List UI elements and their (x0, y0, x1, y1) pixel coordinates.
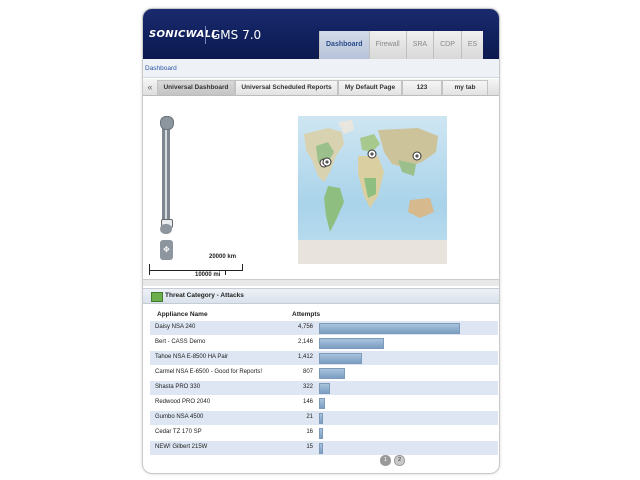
world-map[interactable] (298, 116, 447, 264)
tab-es[interactable]: ES (460, 31, 484, 59)
appliance-name: Redwood PRO 2040 (155, 399, 211, 405)
tab-sra[interactable]: SRA (405, 31, 434, 59)
col-header-attempts[interactable]: Attempts (292, 311, 320, 318)
table-row[interactable]: Carmel NSA E-6500 - Good for Reports! 807 (150, 366, 498, 380)
panel-title: Threat Category - Attacks (165, 292, 244, 299)
app-header: SONICWALL GMS 7.0 Dashboard Firewall SRA… (143, 9, 499, 59)
appliance-name: Cedar TZ 170 SP (155, 429, 202, 435)
attempts-bar (319, 323, 460, 334)
scale-mi-label: 10000 mi (195, 272, 221, 278)
sonicwall-logo: SONICWALL (149, 29, 218, 40)
table-row[interactable]: Shasta PRO 330 322 (150, 381, 498, 395)
table-row[interactable]: Gumbo NSA 4500 21 (150, 411, 498, 425)
app-window: SONICWALL GMS 7.0 Dashboard Firewall SRA… (142, 8, 500, 474)
map-scrollbar[interactable] (143, 279, 499, 286)
attempts-value: 322 (302, 384, 313, 390)
attempts-bar (319, 413, 323, 424)
subtab-universal-dashboard[interactable]: Universal Dashboard (157, 80, 235, 95)
map-pin-icon[interactable] (412, 151, 422, 161)
attempts-bar (319, 353, 362, 364)
map-panel: ✥ 20000 km 10000 mi (143, 96, 499, 286)
zoom-in-icon[interactable] (160, 116, 174, 130)
tab-dashboard[interactable]: Dashboard (319, 31, 369, 59)
subtab-123[interactable]: 123 (402, 80, 442, 95)
tabs-back-icon[interactable]: « (145, 80, 155, 94)
table-row[interactable]: Daisy NSA 240 4,756 (150, 321, 498, 335)
subtab-universal-scheduled-reports[interactable]: Universal Scheduled Reports (235, 80, 338, 95)
appliance-name: NEW! Gilbert 215W (155, 444, 208, 450)
appliance-name: Tahoe NSA E-8500 HA Pair (155, 354, 229, 360)
dashboard-tabs: « Universal Dashboard Universal Schedule… (143, 79, 499, 96)
subtab-my-tab[interactable]: my tab (442, 80, 488, 95)
scale-km-label: 20000 km (209, 254, 237, 260)
map-pin-icon[interactable] (319, 157, 332, 168)
zoom-out-icon[interactable] (160, 224, 172, 234)
appliance-name: Gumbo NSA 4500 (155, 414, 204, 420)
top-nav: Dashboard Firewall SRA CDP ES (319, 31, 484, 59)
logo-separator (205, 26, 206, 44)
attempts-value: 1,412 (297, 354, 313, 360)
map-pin-icon[interactable] (367, 149, 377, 159)
attempts-value: 807 (302, 369, 313, 375)
zoom-rail (165, 130, 167, 226)
attempts-value: 2,146 (297, 339, 313, 345)
threat-panel-header: Threat Category - Attacks (143, 288, 499, 304)
appliance-name: Daisy NSA 240 (155, 324, 196, 330)
product-name: GMS 7.0 (211, 28, 262, 42)
tab-firewall[interactable]: Firewall (368, 31, 406, 59)
attempts-bar (319, 443, 323, 454)
table-row[interactable]: NEW! Gilbert 215W 15 (150, 441, 498, 455)
table-row[interactable]: Tahoe NSA E-8500 HA Pair 1,412 (150, 351, 498, 365)
appliance-name: Shasta PRO 330 (155, 384, 201, 390)
attempts-bar (319, 338, 384, 349)
table-row[interactable]: Redwood PRO 2040 146 (150, 396, 498, 410)
attempts-value: 21 (306, 414, 313, 420)
attempts-bar (319, 368, 345, 379)
table-row[interactable]: Cedar TZ 170 SP 16 (150, 426, 498, 440)
subtab-my-default-page[interactable]: My Default Page (338, 80, 402, 95)
page-2-button[interactable]: 2 (394, 455, 405, 466)
appliance-name: Carmel NSA E-6500 - Good for Reports! (155, 369, 263, 375)
attempts-value: 146 (302, 399, 313, 405)
col-header-appliance[interactable]: Appliance Name (157, 311, 208, 318)
breadcrumb-bar: Dashboard (143, 59, 499, 78)
pan-icon[interactable]: ✥ (160, 240, 173, 260)
table-row[interactable]: Bert - CASS Demo 2,146 (150, 336, 498, 350)
tab-cdp[interactable]: CDP (433, 31, 461, 59)
page-1-button[interactable]: 1 (380, 455, 391, 466)
appliance-name: Bert - CASS Demo (155, 339, 206, 345)
chart-panel-icon (151, 292, 163, 302)
breadcrumb[interactable]: Dashboard (145, 65, 177, 72)
attempts-value: 16 (306, 429, 313, 435)
attempts-bar (319, 383, 330, 394)
attempts-bar (319, 398, 325, 409)
attempts-bar (319, 428, 323, 439)
attempts-value: 15 (306, 444, 313, 450)
attempts-value: 4,756 (297, 324, 313, 330)
